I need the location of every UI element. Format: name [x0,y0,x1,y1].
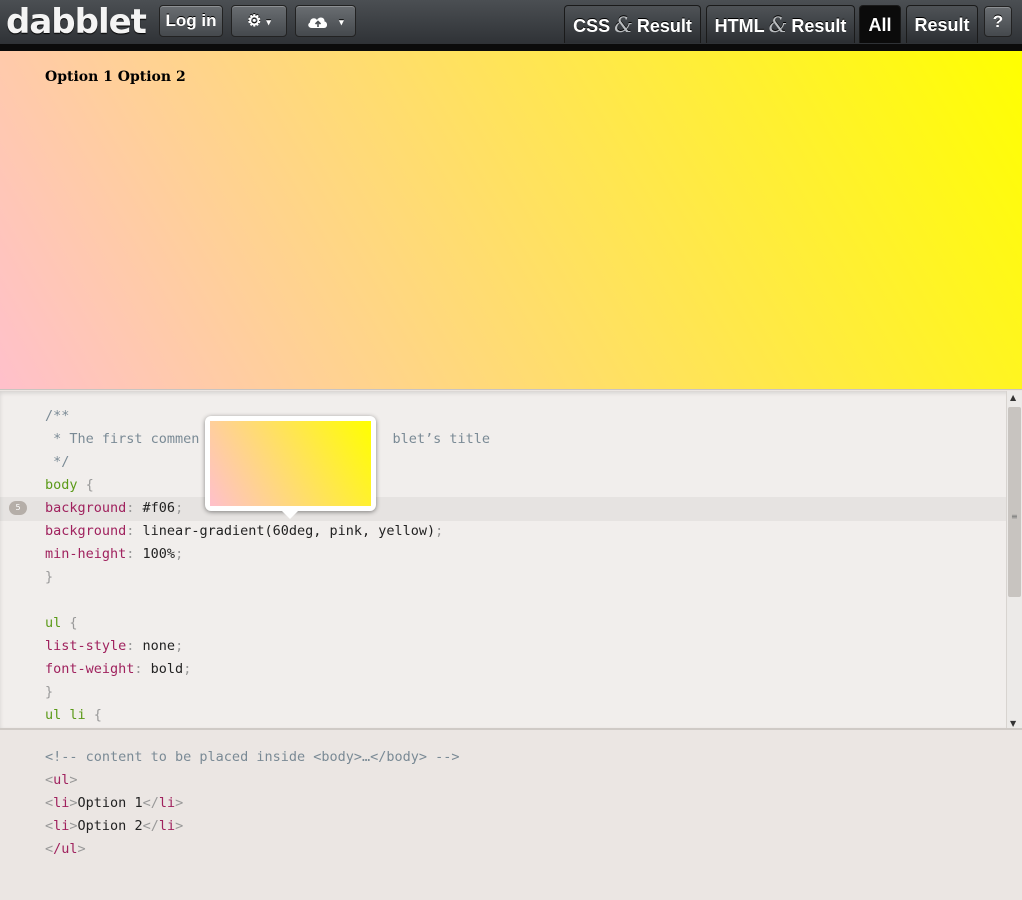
line-number-badge: 5 [9,501,27,515]
code-line[interactable]: } [45,681,53,704]
gradient-swatch [210,421,371,506]
code-line[interactable]: min-height: 100%; [45,543,183,566]
code-line[interactable]: </ul> [45,838,86,861]
code-line[interactable]: <!-- content to be placed inside <body>…… [45,746,460,769]
code-line[interactable]: } [45,566,53,589]
code-line[interactable]: */ [45,451,69,474]
css-editor[interactable]: 5 /** * The first commen blet’s title */ … [0,391,1022,730]
settings-menu-button[interactable]: ⚙ ▾ [231,5,287,37]
tooltip-pointer [281,510,299,519]
tab-result[interactable]: Result [906,5,978,43]
code-line[interactable]: <li>Option 1</li> [45,792,183,815]
scroll-down-arrow-icon[interactable]: ▼ [1010,719,1016,728]
code-line[interactable]: <ul> [45,769,78,792]
chevron-down-icon: ▾ [339,16,344,27]
gear-icon: ⚙ [247,13,262,30]
code-line[interactable]: ul li { [45,704,102,727]
cloud-upload-icon [307,11,334,30]
code-line[interactable]: <li>Option 2</li> [45,815,183,838]
html-editor[interactable]: <!-- content to be placed inside <body>…… [0,732,1022,900]
result-preview: Option 1 Option 2 [0,51,1022,390]
result-list: Option 1 Option 2 [45,69,186,85]
code-line[interactable]: background: #f06; [45,497,183,520]
scrollbar-thumb[interactable]: ≡ [1008,407,1021,597]
tab-css-result[interactable]: CSS & Result [564,5,701,43]
cloud-menu-button[interactable]: ▾ [295,5,356,37]
login-button[interactable]: Log in [159,5,223,37]
chevron-down-icon: ▾ [266,16,271,27]
tab-html-result[interactable]: HTML & Result [706,5,855,43]
list-item: Option 1 [45,69,113,85]
code-line[interactable]: list-style: none; [45,635,183,658]
code-line[interactable]: background: linear-gradient(60deg, pink,… [45,520,443,543]
code-line[interactable]: body { [45,474,94,497]
css-editor-scrollbar[interactable]: ▲ ≡ ▼ [1006,391,1022,728]
gradient-preview-tooltip [205,416,376,519]
grip-icon: ≡ [1011,512,1018,521]
login-label: Log in [165,11,217,30]
code-line[interactable]: /** [45,405,69,428]
dabblet-logo[interactable]: dabblet [6,1,147,43]
help-button[interactable]: ? [984,6,1012,37]
list-item: Option 2 [117,69,186,85]
code-line[interactable]: ul { [45,612,78,635]
toolbar: dabblet Log in ⚙ ▾ ▾ CSS & Result HTML & Resu… [0,0,1022,51]
code-line[interactable]: font-weight: bold; [45,658,191,681]
scroll-up-arrow-icon[interactable]: ▲ [1010,393,1016,402]
tab-all[interactable]: All [859,5,901,43]
